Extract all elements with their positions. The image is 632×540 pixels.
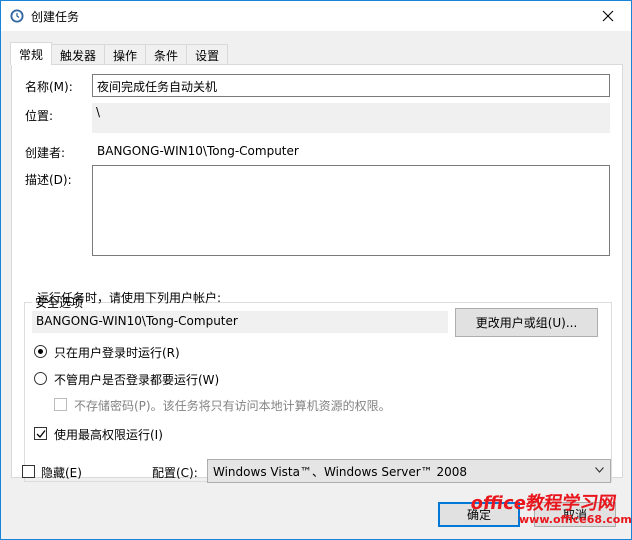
name-label: 名称(M): bbox=[25, 80, 73, 94]
tab-label: 常规 bbox=[19, 47, 44, 62]
tab-triggers[interactable]: 触发器 bbox=[51, 44, 106, 65]
author-value: BANGONG-WIN10\Tong-Computer bbox=[97, 144, 299, 158]
checkmark-icon bbox=[36, 430, 46, 438]
run-as-prompt: 运行任务时，请使用下列用户帐户: bbox=[37, 291, 222, 305]
close-button[interactable] bbox=[585, 1, 631, 31]
user-account-field: BANGONG-WIN10\Tong-Computer bbox=[32, 311, 448, 333]
hidden-checkbox[interactable] bbox=[22, 465, 35, 478]
description-label: 描述(D): bbox=[25, 173, 72, 187]
run-only-logged-on-radio[interactable] bbox=[34, 345, 47, 358]
watermark-url: www.office68.com bbox=[519, 513, 632, 526]
title-bar[interactable]: 创建任务 bbox=[1, 1, 631, 31]
clock-icon bbox=[10, 9, 24, 23]
author-label: 创建者: bbox=[25, 146, 66, 160]
watermark-title: office教程学习网 bbox=[469, 493, 618, 514]
window-title: 创建任务 bbox=[31, 10, 80, 24]
description-textarea[interactable] bbox=[92, 165, 610, 256]
location-label: 位置: bbox=[25, 109, 54, 123]
highest-privileges-checkbox[interactable] bbox=[34, 427, 47, 440]
change-user-button[interactable]: 更改用户或组(U)... bbox=[455, 308, 598, 337]
location-value: \ bbox=[96, 105, 101, 119]
change-user-label: 更改用户或组(U)... bbox=[475, 316, 578, 330]
configure-select[interactable]: Windows Vista™、Windows Server™ 2008 bbox=[207, 459, 611, 483]
user-account-value: BANGONG-WIN10\Tong-Computer bbox=[36, 314, 238, 328]
run-whether-logged-radio[interactable] bbox=[34, 372, 47, 385]
run-only-logged-on-label: 只在用户登录时运行(R) bbox=[54, 346, 180, 360]
tab-label: 设置 bbox=[195, 48, 220, 63]
no-store-password-label: 不存储密码(P)。该任务将只有访问本地计算机资源的权限。 bbox=[74, 399, 391, 413]
general-tab-panel: 名称(M): 夜间完成任务自动关机 位置: \ 创建者: BANGONG-WIN… bbox=[11, 64, 623, 482]
tab-conditions[interactable]: 条件 bbox=[145, 44, 188, 65]
tab-settings[interactable]: 设置 bbox=[186, 44, 229, 65]
chevron-down-icon bbox=[595, 467, 604, 473]
tab-strip: 常规 触发器 操作 条件 设置 bbox=[10, 42, 229, 65]
tab-label: 条件 bbox=[154, 48, 179, 63]
no-store-password-checkbox[interactable] bbox=[54, 398, 67, 411]
configure-value: Windows Vista™、Windows Server™ 2008 bbox=[213, 465, 468, 479]
dialog-body: 常规 触发器 操作 条件 设置 名称(M): 夜间完成任务自动关机 位置: \ … bbox=[1, 31, 632, 539]
highest-privileges-label: 使用最高权限运行(I) bbox=[54, 428, 163, 442]
name-input[interactable]: 夜间完成任务自动关机 bbox=[92, 74, 610, 97]
close-icon bbox=[602, 10, 614, 22]
location-field: \ bbox=[92, 103, 610, 133]
name-value: 夜间完成任务自动关机 bbox=[97, 80, 218, 94]
create-task-dialog: 创建任务 常规 触发器 操作 条件 设置 名称(M): 夜间完成任务自动关机 位… bbox=[0, 0, 632, 540]
tab-label: 操作 bbox=[113, 48, 138, 63]
tab-label: 触发器 bbox=[60, 48, 97, 63]
tab-general[interactable]: 常规 bbox=[10, 42, 53, 65]
configure-label: 配置(C): bbox=[152, 466, 198, 480]
run-whether-logged-label: 不管用户是否登录都要运行(W) bbox=[54, 373, 220, 387]
tab-actions[interactable]: 操作 bbox=[104, 44, 147, 65]
hidden-label: 隐藏(E) bbox=[41, 466, 82, 480]
